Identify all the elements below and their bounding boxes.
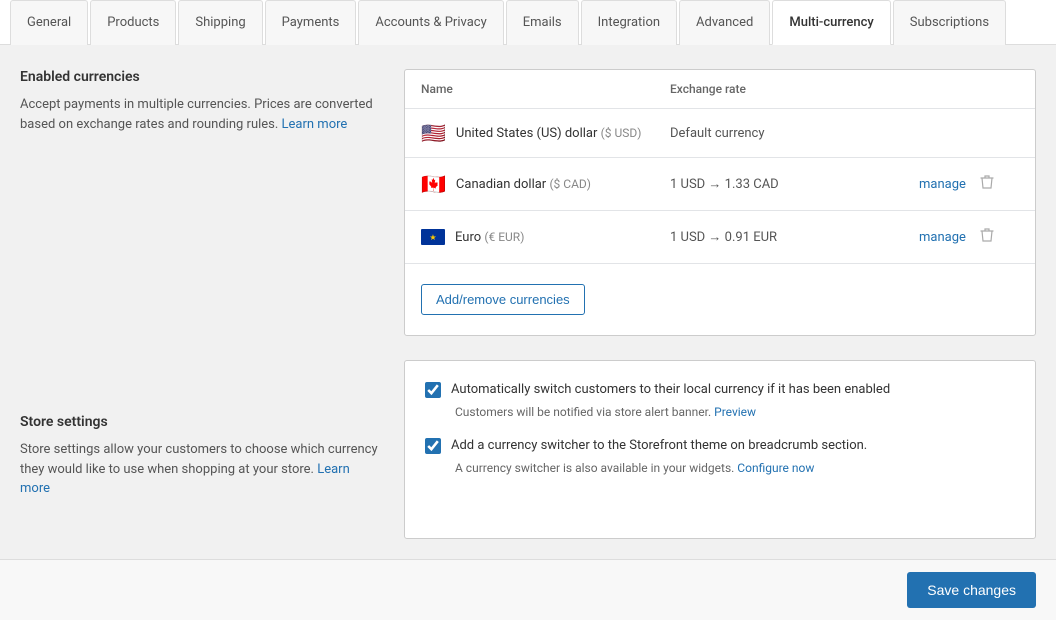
currency-row-eur: ★ Euro (€ EUR) 1 USD → 0.91 EUR manage bbox=[405, 211, 1035, 264]
checkbox-auto-switch-subtext: Customers will be notified via store ale… bbox=[455, 403, 1015, 421]
checkbox-row-auto-switch: Automatically switch customers to their … bbox=[425, 381, 1015, 399]
bottom-bar: Save changes bbox=[0, 559, 1056, 620]
enabled-currencies-section: Enabled currencies Accept payments in mu… bbox=[20, 69, 380, 134]
checkbox-auto-switch-label: Automatically switch customers to their … bbox=[451, 381, 890, 399]
flag-usd: 🇺🇸 bbox=[421, 123, 446, 143]
sidebar: Enabled currencies Accept payments in mu… bbox=[20, 69, 380, 539]
currency-row-usd: 🇺🇸 United States (US) dollar ($ USD) Def… bbox=[405, 109, 1035, 158]
add-remove-currencies-button[interactable]: Add/remove currencies bbox=[421, 284, 585, 315]
currency-name-eur: ★ Euro (€ EUR) bbox=[421, 229, 670, 245]
header-exchange-rate: Exchange rate bbox=[670, 82, 919, 96]
checkbox-switcher[interactable] bbox=[425, 438, 441, 454]
store-settings-description: Store settings allow your customers to c… bbox=[20, 440, 380, 499]
checkbox-row-switcher: Add a currency switcher to the Storefron… bbox=[425, 437, 1015, 455]
preview-link[interactable]: Preview bbox=[714, 405, 756, 419]
tab-multi-currency[interactable]: Multi-currency bbox=[772, 0, 890, 45]
currency-rate-eur: 1 USD → 0.91 EUR bbox=[670, 229, 919, 245]
tab-accounts-privacy[interactable]: Accounts & Privacy bbox=[358, 0, 503, 45]
currency-label-usd: United States (US) dollar ($ USD) bbox=[456, 126, 642, 141]
currency-rate-usd: Default currency bbox=[670, 126, 919, 141]
currency-rate-cad: 1 USD → 1.33 CAD bbox=[670, 176, 919, 192]
flag-eur: ★ bbox=[421, 229, 445, 245]
configure-now-link[interactable]: Configure now bbox=[737, 461, 814, 475]
panels-wrapper: Name Exchange rate 🇺🇸 United States (US)… bbox=[404, 69, 1036, 539]
delete-eur[interactable] bbox=[978, 225, 996, 249]
checkbox-switcher-subtext: A currency switcher is also available in… bbox=[455, 459, 1015, 477]
tab-emails[interactable]: Emails bbox=[506, 0, 579, 45]
store-settings-title: Store settings bbox=[20, 414, 380, 430]
currency-table-header: Name Exchange rate bbox=[405, 70, 1035, 109]
currency-label-eur: Euro (€ EUR) bbox=[455, 230, 524, 245]
tab-products[interactable]: Products bbox=[90, 0, 176, 45]
enabled-currencies-title: Enabled currencies bbox=[20, 69, 380, 85]
tab-shipping[interactable]: Shipping bbox=[178, 0, 262, 45]
flag-cad: 🇨🇦 bbox=[421, 174, 446, 194]
currency-name-cad: 🇨🇦 Canadian dollar ($ CAD) bbox=[421, 174, 670, 194]
tab-subscriptions[interactable]: Subscriptions bbox=[893, 0, 1006, 45]
tab-payments[interactable]: Payments bbox=[265, 0, 357, 45]
currency-code-usd: ($ USD) bbox=[601, 126, 642, 140]
store-settings-panel: Automatically switch customers to their … bbox=[404, 360, 1036, 539]
checkbox-switcher-label: Add a currency switcher to the Storefron… bbox=[451, 437, 867, 455]
tab-integration[interactable]: Integration bbox=[581, 0, 677, 45]
currency-name-usd: 🇺🇸 United States (US) dollar ($ USD) bbox=[421, 123, 670, 143]
currency-code-eur: (€ EUR) bbox=[484, 230, 524, 244]
add-currencies-container: Add/remove currencies bbox=[405, 264, 1035, 335]
delete-cad[interactable] bbox=[978, 172, 996, 196]
manage-eur[interactable]: manage bbox=[919, 230, 966, 245]
header-actions bbox=[919, 82, 1019, 96]
save-changes-button[interactable]: Save changes bbox=[907, 572, 1036, 608]
tabs-bar: General Products Shipping Payments Accou… bbox=[0, 0, 1056, 45]
currency-code-cad: ($ CAD) bbox=[549, 177, 591, 191]
currency-label-cad: Canadian dollar ($ CAD) bbox=[456, 177, 591, 192]
store-settings-sidebar: Store settings Store settings allow your… bbox=[20, 414, 380, 499]
currency-actions-cad: manage bbox=[919, 172, 1019, 196]
enabled-currencies-learn-more[interactable]: Learn more bbox=[282, 117, 348, 132]
tab-advanced[interactable]: Advanced bbox=[679, 0, 770, 45]
store-settings-learn-more[interactable]: Learn more bbox=[20, 462, 350, 497]
enabled-currencies-description: Accept payments in multiple currencies. … bbox=[20, 95, 380, 134]
manage-cad[interactable]: manage bbox=[919, 177, 966, 192]
header-name: Name bbox=[421, 82, 670, 96]
content-area: Enabled currencies Accept payments in mu… bbox=[0, 45, 1056, 563]
currency-actions-eur: manage bbox=[919, 225, 1019, 249]
currencies-panel: Name Exchange rate 🇺🇸 United States (US)… bbox=[404, 69, 1036, 336]
currency-row-cad: 🇨🇦 Canadian dollar ($ CAD) 1 USD → 1.33 … bbox=[405, 158, 1035, 211]
tab-general[interactable]: General bbox=[10, 0, 88, 45]
checkbox-auto-switch[interactable] bbox=[425, 382, 441, 398]
